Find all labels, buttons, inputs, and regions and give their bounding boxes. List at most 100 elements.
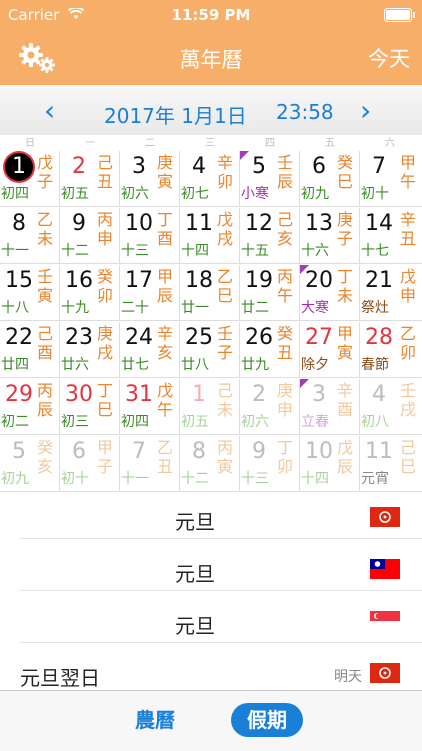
holiday-row[interactable]: 元旦: [0, 599, 422, 643]
lunar-date-label: 廿九: [241, 357, 269, 373]
calendar-day-cell[interactable]: 10 戊辰 十四: [300, 436, 360, 492]
ganzhi-label: 丙午: [276, 267, 293, 305]
calendar-day-cell[interactable]: 22 己酉 廿四: [0, 322, 60, 378]
ganzhi-label: 丁卯: [276, 438, 293, 476]
holiday-row[interactable]: 元旦: [0, 495, 422, 539]
current-time[interactable]: 23:58: [276, 100, 334, 124]
calendar-day-cell[interactable]: 11 己巳 元宵: [360, 436, 422, 492]
current-date[interactable]: 2017年 1月1日: [104, 100, 247, 129]
lunar-date-label: 十二: [181, 471, 209, 487]
calendar-day-cell[interactable]: 7 乙丑 十一: [120, 436, 180, 492]
calendar-day-cell[interactable]: 6 癸巳 初九: [300, 151, 360, 207]
lunar-date-label: 初二: [1, 414, 29, 430]
calendar-day-cell[interactable]: 9 丁卯 十三: [240, 436, 300, 492]
calendar-day-cell[interactable]: 7 甲午 初十: [360, 151, 422, 207]
lunar-date-label: 初六: [121, 186, 149, 202]
day-number: 6: [72, 439, 86, 464]
holiday-row[interactable]: 元旦翌日 明天: [0, 651, 422, 695]
calendar-day-cell[interactable]: 30 丁巳 初三: [60, 379, 120, 435]
tab-bar: 農曆 假期: [0, 690, 422, 751]
day-number: 10: [305, 439, 333, 464]
tab-holiday[interactable]: 假期: [231, 703, 303, 737]
day-number: 20: [305, 268, 333, 293]
day-number: 1: [192, 382, 206, 407]
calendar-day-cell[interactable]: 8 乙未 十一: [0, 208, 60, 264]
ganzhi-label: 辛亥: [156, 324, 173, 362]
calendar-day-cell[interactable]: 9 丙申 十二: [60, 208, 120, 264]
lunar-date-label: 十六: [301, 243, 329, 259]
ganzhi-label: 甲午: [399, 153, 416, 191]
holiday-row[interactable]: 元旦: [0, 547, 422, 591]
lunar-date-label: 初三: [61, 414, 89, 430]
calendar-day-cell[interactable]: 26 癸丑 廿九: [240, 322, 300, 378]
calendar-day-cell[interactable]: 10 丁酉 十三: [120, 208, 180, 264]
ganzhi-label: 癸卯: [96, 267, 113, 305]
chevron-left-icon[interactable]: ‹: [44, 94, 55, 127]
weekday-header: 日一二三四五六: [0, 133, 422, 151]
today-button[interactable]: 今天: [368, 43, 410, 73]
ganzhi-label: 戊申: [399, 267, 416, 305]
lunar-date-label: 十三: [241, 471, 269, 487]
calendar-day-cell[interactable]: 19 丙午 廿二: [240, 265, 300, 321]
weekday-label: 三: [205, 138, 215, 149]
lunar-date-label: 初九: [1, 471, 29, 487]
ganzhi-label: 壬子: [216, 324, 233, 362]
ganzhi-label: 癸亥: [36, 438, 53, 476]
calendar-day-cell[interactable]: 16 癸卯 十九: [60, 265, 120, 321]
day-number: 14: [365, 211, 393, 236]
ganzhi-label: 壬寅: [36, 267, 53, 305]
day-number: 30: [65, 382, 93, 407]
day-number: 2: [72, 154, 86, 179]
lunar-date-label: 廿六: [61, 357, 89, 373]
lunar-date-label: 十九: [61, 300, 89, 316]
calendar-day-cell[interactable]: 21 戊申 祭灶: [360, 265, 422, 321]
calendar-day-cell[interactable]: 18 乙巳 廿一: [180, 265, 240, 321]
ganzhi-label: 戊子: [36, 153, 53, 191]
calendar-day-cell[interactable]: 28 乙卯 春節: [360, 322, 422, 378]
calendar-day-cell[interactable]: 20 丁未 大寒: [300, 265, 360, 321]
calendar-day-cell[interactable]: 24 辛亥 廿七: [120, 322, 180, 378]
lunar-date-label: 十四: [181, 243, 209, 259]
calendar-day-cell[interactable]: 3 庚寅 初六: [120, 151, 180, 207]
ganzhi-label: 丁未: [336, 267, 353, 305]
day-number: 9: [72, 211, 86, 236]
calendar-day-cell[interactable]: 2 己丑 初五: [60, 151, 120, 207]
chevron-right-icon[interactable]: ›: [360, 94, 371, 127]
calendar-day-cell[interactable]: 14 辛丑 十七: [360, 208, 422, 264]
day-number: 19: [245, 268, 273, 293]
tab-lunar[interactable]: 農曆: [122, 703, 188, 737]
calendar-day-cell[interactable]: 3 辛酉 立春: [300, 379, 360, 435]
calendar-day-cell[interactable]: 15 壬寅 十八: [0, 265, 60, 321]
calendar-day-cell[interactable]: 4 壬戌 初八: [360, 379, 422, 435]
calendar-day-cell[interactable]: 29 丙辰 初二: [0, 379, 60, 435]
day-number: 27: [305, 325, 333, 350]
day-number: 11: [185, 211, 213, 236]
calendar-day-cell[interactable]: 23 庚戌 廿六: [60, 322, 120, 378]
weekday-label: 四: [265, 138, 275, 149]
lunar-date-label: 二十: [121, 300, 149, 316]
calendar-day-cell[interactable]: 17 甲辰 二十: [120, 265, 180, 321]
day-number: 23: [65, 325, 93, 350]
calendar-day-cell[interactable]: 12 己亥 十五: [240, 208, 300, 264]
calendar-day-cell[interactable]: 25 壬子 廿八: [180, 322, 240, 378]
calendar-day-cell[interactable]: 5 癸亥 初九: [0, 436, 60, 492]
calendar-day-cell[interactable]: 8 丙寅 十二: [180, 436, 240, 492]
calendar-day-cell[interactable]: 5 壬辰 小寒: [240, 151, 300, 207]
lunar-date-label: 初五: [61, 186, 89, 202]
calendar-day-cell[interactable]: 6 甲子 初十: [60, 436, 120, 492]
row-divider: [20, 590, 422, 591]
calendar-day-cell[interactable]: 4 辛卯 初七: [180, 151, 240, 207]
lunar-date-label: 祭灶: [361, 300, 389, 316]
day-number: 22: [5, 325, 33, 350]
calendar-day-cell[interactable]: 13 庚子 十六: [300, 208, 360, 264]
calendar-day-cell[interactable]: 1 己未 初五: [180, 379, 240, 435]
calendar-day-cell[interactable]: 11 戊戌 十四: [180, 208, 240, 264]
ganzhi-label: 丙辰: [36, 381, 53, 419]
calendar-day-cell[interactable]: 2 庚申 初六: [240, 379, 300, 435]
calendar-day-cell[interactable]: 1 戊子 初四: [0, 151, 60, 207]
day-number: 25: [185, 325, 213, 350]
lunar-date-label: 十三: [121, 243, 149, 259]
calendar-day-cell[interactable]: 31 戊午 初四: [120, 379, 180, 435]
day-number: 3: [132, 154, 146, 179]
calendar-day-cell[interactable]: 27 甲寅 除夕: [300, 322, 360, 378]
